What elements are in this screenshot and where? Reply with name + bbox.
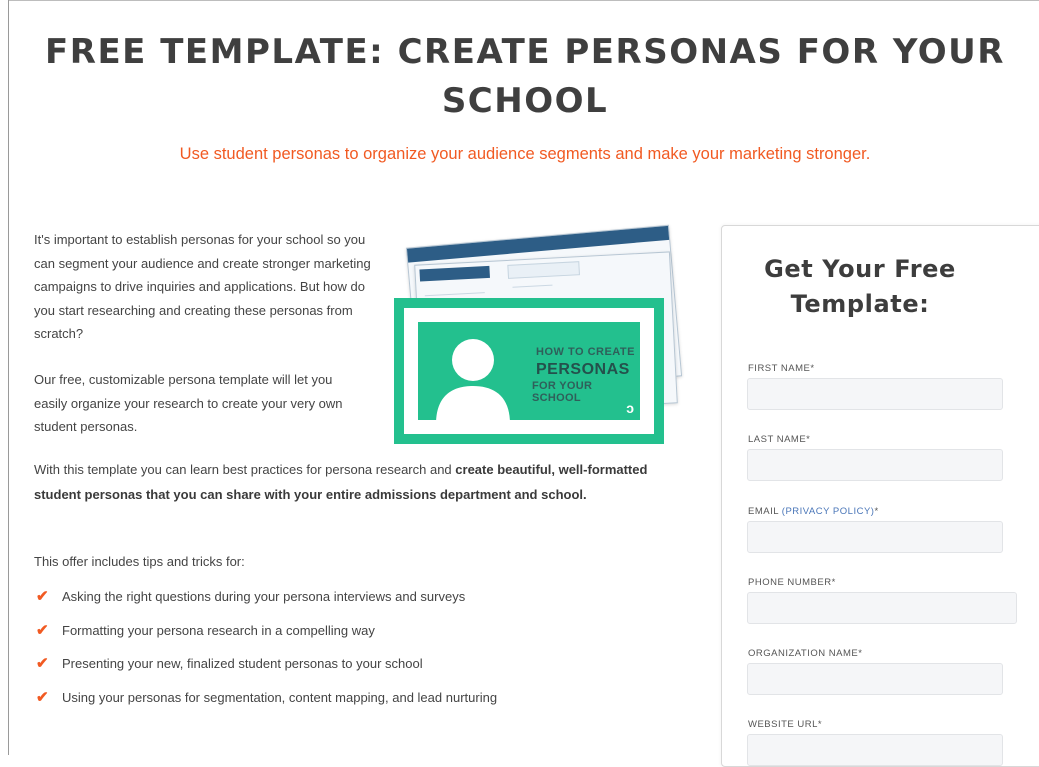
website-input[interactable] (747, 734, 1003, 766)
last-name-input[interactable] (747, 449, 1003, 481)
tip-item: ✔ Asking the right questions during your… (36, 588, 497, 622)
sheet-column-header (507, 261, 580, 279)
cover-line-1: HOW TO CREATE (536, 346, 635, 358)
page-border-top (8, 0, 1039, 1)
tip-text: Asking the right questions during your p… (62, 589, 466, 604)
email-label: EMAIL (PRIVACY POLICY)* (748, 506, 879, 517)
privacy-policy-link[interactable]: (PRIVACY POLICY) (782, 506, 875, 517)
intro-paragraph: It's important to establish personas for… (34, 232, 371, 341)
checkmark-icon: ✔ (36, 655, 49, 672)
best-practices-paragraph: With this template you can learn best pr… (34, 457, 694, 507)
last-name-label: LAST NAME* (748, 434, 811, 445)
best-practices-text: With this template you can learn best pr… (34, 462, 456, 477)
tip-item: ✔ Formatting your persona research in a … (36, 622, 497, 656)
cover-line-3: FOR YOUR SCHOOL (532, 380, 593, 404)
tip-text: Formatting your persona research in a co… (62, 622, 375, 638)
download-form: Get Your Free Template: FIRST NAME* LAST… (721, 225, 1039, 767)
phone-label: PHONE NUMBER* (748, 577, 836, 588)
email-label-text: EMAIL (748, 506, 782, 517)
first-name-label: FIRST NAME* (748, 363, 815, 374)
sheet-tag (419, 265, 490, 282)
form-title: Get Your Free Template: (764, 255, 956, 318)
template-paragraph: Our free, customizable persona template … (34, 372, 343, 434)
page-title: FREE TEMPLATE: CREATE PERSONAS FOR YOUR … (45, 32, 1005, 121)
cover-card: HOW TO CREATE PERSONAS FOR YOUR SCHOOL ↄ (394, 298, 664, 444)
email-input[interactable] (747, 521, 1003, 553)
sheet-line (424, 292, 485, 297)
person-silhouette-icon (436, 339, 510, 424)
cover-card-inner: HOW TO CREATE PERSONAS FOR YOUR SCHOOL ↄ (418, 322, 640, 424)
phone-input[interactable] (747, 592, 1017, 624)
offer-intro: This offer includes tips and tricks for: (34, 554, 245, 569)
checkmark-icon: ✔ (36, 688, 49, 706)
page-subtitle: Use student personas to organize your au… (179, 145, 871, 163)
tip-text: Presenting your new, finalized student p… (62, 656, 423, 671)
checkmark-icon: ✔ (36, 588, 49, 605)
website-label: WEBSITE URL* (748, 719, 823, 730)
tip-item: ✔ Presenting your new, finalized student… (36, 655, 497, 689)
organization-input[interactable] (747, 663, 1003, 695)
brand-logo-icon: ↄ (626, 400, 634, 416)
page-border-left (8, 0, 9, 755)
persona-template-illustration: HOW TO CREATE PERSONAS FOR YOUR SCHOOL ↄ (392, 224, 683, 445)
sheet-line (512, 284, 553, 288)
required-marker: * (874, 506, 879, 517)
tips-list: ✔ Asking the right questions during your… (36, 588, 497, 722)
organization-label: ORGANIZATION NAME* (748, 648, 863, 659)
checkmark-icon: ✔ (36, 621, 49, 639)
first-name-input[interactable] (747, 378, 1003, 410)
tip-text: Using your personas for segmentation, co… (62, 689, 498, 705)
tip-item: ✔ Using your personas for segmentation, … (36, 689, 497, 723)
cover-line-2: PERSONAS (536, 361, 630, 378)
